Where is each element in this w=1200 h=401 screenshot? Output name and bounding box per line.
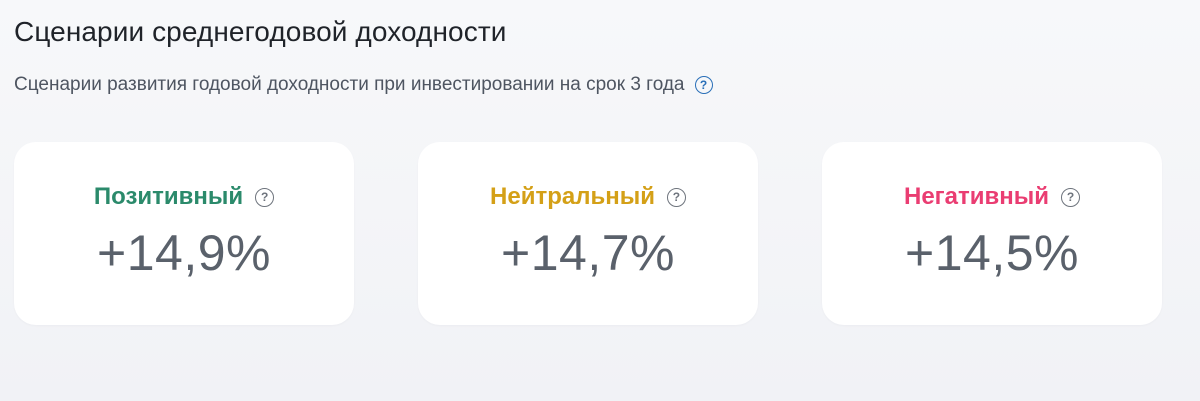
scenario-card-positive: Позитивный ? +14,9%: [14, 142, 354, 325]
scenario-value: +14,7%: [501, 225, 675, 281]
scenario-label: Негативный: [903, 183, 1050, 210]
scenario-value: +14,5%: [905, 225, 1079, 281]
scenario-card-neutral: Нейтральный ? +14,7%: [418, 142, 758, 325]
scenario-label-row: Нейтральный ?: [490, 180, 686, 214]
scenario-value: +14,9%: [97, 225, 271, 281]
question-circle-icon[interactable]: ?: [1061, 187, 1081, 207]
scenario-card-negative: Негативный ? +14,5%: [822, 142, 1162, 325]
page-title: Сценарии среднегодовой доходности: [14, 16, 507, 47]
question-circle-icon[interactable]: ?: [694, 76, 713, 94]
question-circle-icon[interactable]: ?: [255, 187, 275, 207]
question-circle-icon[interactable]: ?: [666, 187, 686, 207]
scenario-cards: Позитивный ? +14,9% Нейтральный ? +14,7%…: [14, 142, 1162, 325]
section-header: Сценарии среднегодовой доходности Сценар…: [14, 14, 1186, 98]
page-subtitle: Сценарии развития годовой доходности при…: [14, 72, 1186, 98]
scenario-label-row: Негативный ?: [903, 180, 1081, 214]
subtitle-text: Сценарии развития годовой доходности при…: [14, 74, 685, 95]
scenario-label: Позитивный: [93, 183, 244, 210]
scenario-label-row: Позитивный ?: [93, 180, 275, 214]
scenario-label: Нейтральный: [490, 183, 655, 210]
